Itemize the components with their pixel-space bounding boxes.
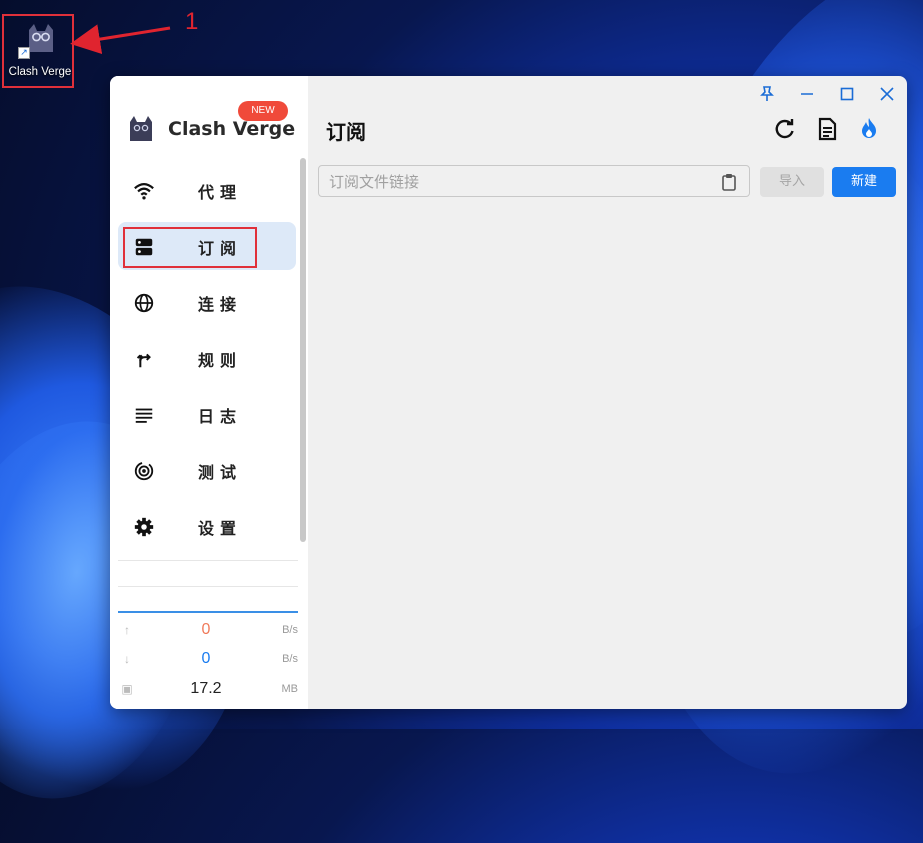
- sidebar-nav: 代理 订阅 连接 规则 日志 测试 设置: [118, 166, 296, 558]
- sidebar-item-label: 日志: [198, 407, 243, 426]
- clash-cat-icon: [130, 116, 152, 141]
- annotation-number-1: 1: [185, 8, 199, 35]
- fork-icon: [136, 353, 151, 368]
- memory-usage: 17.2: [190, 680, 222, 697]
- memory-unit: MB: [281, 683, 299, 695]
- download-stat: ↓ 0 B/s: [118, 650, 298, 670]
- import-button[interactable]: 导入: [760, 167, 824, 197]
- download-unit: B/s: [282, 653, 298, 665]
- window-controls: [757, 84, 897, 104]
- upload-speed: 0: [201, 621, 211, 638]
- sidebar-item-label: 设置: [198, 519, 243, 538]
- new-button[interactable]: 新建: [832, 167, 896, 197]
- arrow-up-icon: ↑: [124, 623, 130, 637]
- sidebar-item-logs[interactable]: 日志: [118, 390, 296, 438]
- radar-icon: [134, 461, 154, 481]
- sidebar-item-rules[interactable]: 规则: [118, 334, 296, 382]
- annotation-highlight-box: [123, 227, 257, 268]
- memory-stat: ▣ 17.2 MB: [118, 680, 298, 700]
- refresh-icon[interactable]: [772, 116, 798, 142]
- clash-verge-window: Clash Verge NEW 代理 订阅 连接 规则 日志 测试 设置 ↑ 0…: [110, 76, 907, 709]
- upload-stat: ↑ 0 B/s: [118, 621, 298, 641]
- sidebar-item-subscription[interactable]: 订阅: [118, 222, 296, 270]
- maximize-icon[interactable]: [837, 84, 857, 104]
- gear-icon: [134, 517, 154, 537]
- sidebar-item-label: 规则: [198, 351, 243, 370]
- flame-icon[interactable]: [856, 116, 882, 142]
- sidebar-item-test[interactable]: 测试: [118, 446, 296, 494]
- desktop-shortcut-clash-verge[interactable]: ↗ Clash Verge: [2, 14, 74, 88]
- minimize-icon[interactable]: [797, 84, 817, 104]
- divider: [118, 586, 298, 587]
- sidebar-scrollbar[interactable]: [300, 158, 306, 542]
- sidebar-item-connections[interactable]: 连接: [118, 278, 296, 326]
- arrow-down-icon: ↓: [124, 652, 130, 666]
- globe-icon: [134, 293, 154, 313]
- divider: [118, 560, 298, 561]
- clash-cat-icon: [29, 24, 53, 52]
- sidebar: Clash Verge NEW 代理 订阅 连接 规则 日志 测试 设置 ↑ 0…: [110, 76, 308, 709]
- wifi-icon: [134, 183, 154, 200]
- annotation-arrow-1: [70, 24, 171, 54]
- sidebar-item-proxy[interactable]: 代理: [118, 166, 296, 214]
- sidebar-item-label: 代理: [198, 183, 243, 202]
- close-icon[interactable]: [877, 84, 897, 104]
- shortcut-arrow-icon: ↗: [18, 47, 30, 59]
- page-title: 订阅: [326, 120, 366, 144]
- sidebar-item-label: 测试: [198, 463, 243, 482]
- sidebar-item-label: 连接: [198, 295, 243, 314]
- subscription-url-input[interactable]: [327, 170, 711, 194]
- app-name: Clash Verge: [168, 118, 296, 140]
- pin-icon[interactable]: [757, 84, 777, 104]
- traffic-graph-line: [118, 611, 298, 613]
- sidebar-item-settings[interactable]: 设置: [118, 502, 296, 550]
- lines-icon: [135, 408, 153, 423]
- desktop-icon-label: Clash Verge: [8, 66, 72, 78]
- subscription-url-field[interactable]: [318, 165, 750, 197]
- upload-unit: B/s: [282, 624, 298, 636]
- main-panel: 订阅 导入 新建: [308, 76, 907, 709]
- new-badge: NEW: [238, 101, 288, 121]
- document-icon[interactable]: [814, 116, 840, 142]
- memory-icon: ▣: [121, 682, 133, 696]
- clipboard-icon[interactable]: [721, 173, 737, 191]
- download-speed: 0: [201, 650, 211, 667]
